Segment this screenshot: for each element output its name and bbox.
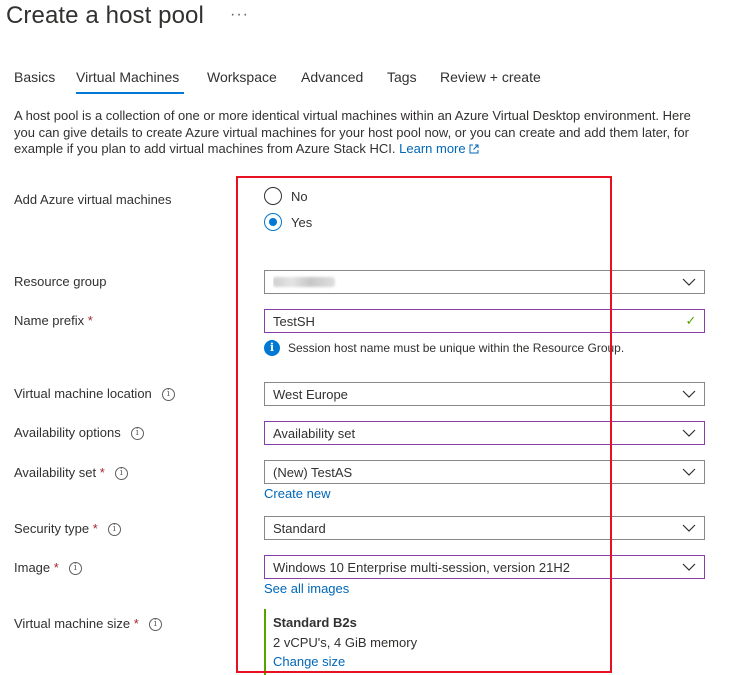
- tab-virtual-machines[interactable]: Virtual Machines: [76, 69, 179, 85]
- description-text: A host pool is a collection of one or mo…: [14, 108, 691, 156]
- chevron-down-icon: [674, 271, 704, 293]
- security-type-label: Security type * i: [14, 521, 121, 537]
- radio-no-circle[interactable]: [264, 187, 282, 205]
- info-icon[interactable]: i: [148, 618, 162, 632]
- availability-set-value: (New) TestAS: [273, 464, 353, 480]
- change-size-link[interactable]: Change size: [273, 654, 464, 669]
- required-marker: *: [87, 313, 93, 328]
- info-icon[interactable]: i: [107, 523, 121, 537]
- security-type-value: Standard: [273, 520, 326, 536]
- description: A host pool is a collection of one or mo…: [14, 108, 714, 158]
- info-icon[interactable]: i: [114, 467, 128, 481]
- vm-size-label: Virtual machine size * i: [14, 616, 162, 632]
- info-icon[interactable]: i: [161, 388, 175, 402]
- vm-location-value: West Europe: [273, 386, 348, 402]
- active-tab-indicator: [76, 92, 184, 94]
- vm-location-label: Virtual machine location i: [14, 386, 175, 402]
- radio-yes-label: Yes: [291, 214, 313, 230]
- radio-no[interactable]: No: [264, 187, 308, 205]
- chevron-down-icon: [674, 383, 704, 405]
- availability-options-value: Availability set: [273, 425, 356, 441]
- security-type-dropdown[interactable]: Standard: [264, 516, 705, 540]
- see-all-images-link[interactable]: See all images: [264, 581, 349, 596]
- radio-yes[interactable]: Yes: [264, 213, 312, 231]
- resource-group-label: Resource group: [14, 274, 107, 289]
- image-value: Windows 10 Enterprise multi-session, ver…: [273, 559, 570, 575]
- name-prefix-input[interactable]: TestSH ✓: [264, 309, 705, 333]
- availability-set-label: Availability set * i: [14, 465, 128, 481]
- chevron-down-icon: [674, 517, 704, 539]
- vm-size-spec: 2 vCPU's, 4 GiB memory: [273, 635, 418, 650]
- more-options-icon[interactable]: ···: [230, 6, 249, 24]
- valid-check-icon: ✓: [685, 313, 697, 328]
- name-prefix-label: Name prefix *: [14, 313, 93, 328]
- name-prefix-value: TestSH: [273, 313, 315, 329]
- availability-options-dropdown[interactable]: Availability set: [264, 421, 705, 445]
- tab-workspace[interactable]: Workspace: [207, 69, 277, 85]
- vm-size-name: Standard B2s: [273, 615, 357, 630]
- learn-more-link[interactable]: Learn more: [399, 141, 479, 156]
- resource-group-dropdown[interactable]: [264, 270, 705, 294]
- tab-tags[interactable]: Tags: [387, 69, 417, 85]
- info-icon[interactable]: i: [130, 427, 144, 441]
- vm-location-dropdown[interactable]: West Europe: [264, 382, 705, 406]
- create-new-link[interactable]: Create new: [264, 486, 330, 501]
- name-prefix-note: Session host name must be unique within …: [288, 341, 625, 355]
- tab-basics[interactable]: Basics: [14, 69, 55, 85]
- info-filled-icon: i: [264, 340, 280, 356]
- radio-yes-circle[interactable]: [264, 213, 282, 231]
- availability-options-label: Availability options i: [14, 425, 144, 441]
- image-dropdown[interactable]: Windows 10 Enterprise multi-session, ver…: [264, 555, 705, 579]
- vm-size-card: Standard B2s 2 vCPU's, 4 GiB memory Chan…: [264, 609, 464, 675]
- chevron-down-icon: [674, 461, 704, 483]
- image-label: Image * i: [14, 560, 82, 576]
- radio-no-label: No: [291, 188, 308, 204]
- tab-advanced[interactable]: Advanced: [301, 69, 363, 85]
- info-icon[interactable]: i: [68, 562, 82, 576]
- chevron-down-icon: [674, 422, 704, 444]
- tab-review-create[interactable]: Review + create: [440, 69, 541, 85]
- availability-set-dropdown[interactable]: (New) TestAS: [264, 460, 705, 484]
- redacted-value: [273, 276, 335, 287]
- page-title: Create a host pool: [6, 2, 204, 29]
- external-link-icon: [469, 144, 479, 154]
- add-vms-label: Add Azure virtual machines: [14, 192, 172, 207]
- chevron-down-icon: [674, 556, 704, 578]
- name-prefix-info: i Session host name must be unique withi…: [264, 340, 624, 356]
